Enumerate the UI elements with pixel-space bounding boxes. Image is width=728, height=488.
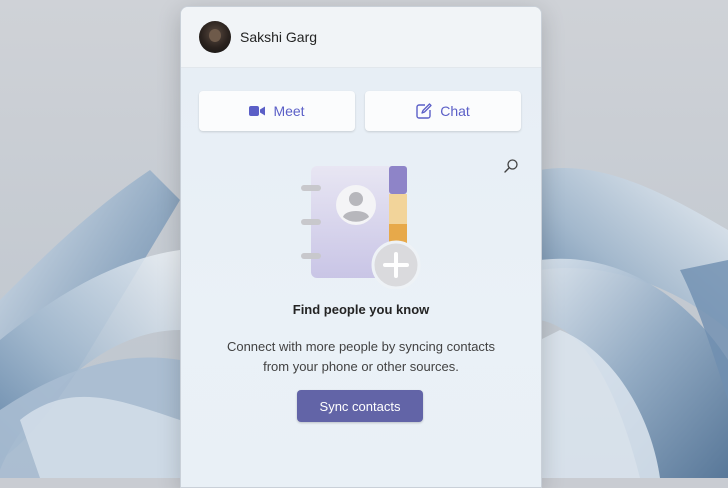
meet-button[interactable]: Meet [199,91,355,131]
description-line-2: from your phone or other sources. [263,359,459,374]
empty-state-description: Connect with more people by syncing cont… [181,337,541,377]
user-name: Sakshi Garg [240,29,318,45]
meet-button-label: Meet [273,103,305,119]
panel-body: Meet Chat Find people you know Connect w… [181,68,541,487]
people-flyout-panel: Sakshi Garg Meet Chat Find people you kn… [180,6,542,488]
chat-button[interactable]: Chat [365,91,521,131]
description-line-1: Connect with more people by syncing cont… [226,339,496,354]
action-row: Meet Chat [199,91,521,131]
panel-header: Sakshi Garg [181,7,541,68]
avatar[interactable] [199,21,231,53]
search-icon[interactable] [503,158,519,179]
video-camera-icon [249,104,266,118]
empty-state-title: Find people you know [292,302,430,317]
contacts-book-illustration [297,163,427,290]
chat-button-label: Chat [440,103,470,119]
compose-icon [416,103,432,119]
sync-contacts-button[interactable]: Sync contacts [297,390,423,422]
